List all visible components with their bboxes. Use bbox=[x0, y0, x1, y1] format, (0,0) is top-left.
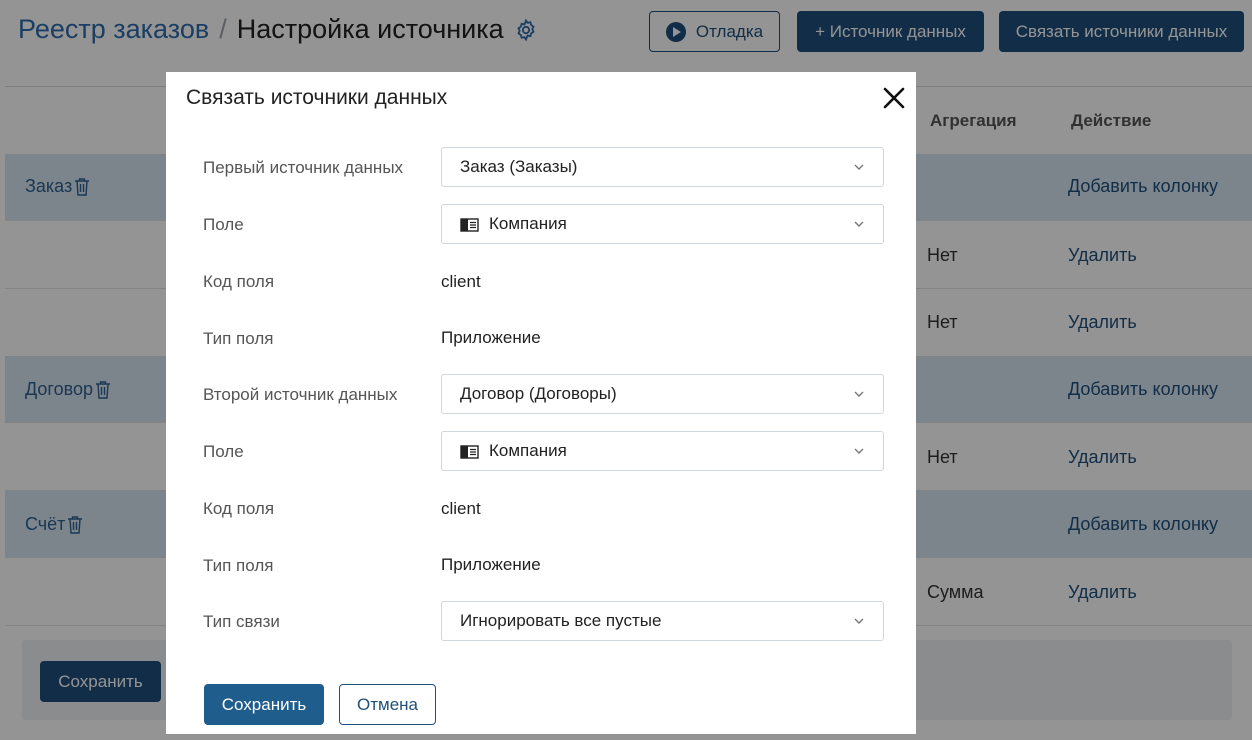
app-icon bbox=[460, 217, 479, 232]
chevron-down-icon bbox=[854, 448, 864, 454]
first-source-label: Первый источник данных bbox=[203, 158, 404, 177]
dialog-cancel-button[interactable]: Отмена bbox=[339, 684, 436, 725]
field-type2-value: Приложение bbox=[441, 555, 541, 574]
field-type2-label: Тип поля bbox=[203, 556, 274, 575]
field1-select[interactable]: Компания bbox=[441, 204, 884, 244]
field2-select[interactable]: Компания bbox=[441, 431, 884, 471]
field-type1-value: Приложение bbox=[441, 328, 541, 347]
chevron-down-icon bbox=[854, 391, 864, 397]
first-source-value: Заказ (Заказы) bbox=[460, 157, 578, 176]
field-code1-value: client bbox=[441, 272, 481, 291]
dialog-save-button[interactable]: Сохранить bbox=[204, 684, 324, 725]
second-source-value: Договор (Договоры) bbox=[460, 384, 617, 403]
link-type-value: Игнорировать все пустые bbox=[460, 611, 662, 630]
field2-label: Поле bbox=[203, 442, 244, 461]
first-source-select[interactable]: Заказ (Заказы) bbox=[441, 147, 884, 187]
field1-label: Поле bbox=[203, 215, 244, 234]
field1-value: Компания bbox=[489, 214, 567, 233]
close-icon[interactable] bbox=[882, 86, 906, 110]
chevron-down-icon bbox=[854, 618, 864, 624]
chevron-down-icon bbox=[854, 164, 864, 170]
field2-value: Компания bbox=[489, 441, 567, 460]
chevron-down-icon bbox=[854, 221, 864, 227]
field-type1-label: Тип поля bbox=[203, 329, 274, 348]
field-code2-label: Код поля bbox=[203, 499, 275, 518]
field-code2-value: client bbox=[441, 499, 481, 518]
second-source-label: Второй источник данных bbox=[203, 385, 398, 404]
dialog-title: Связать источники данных bbox=[186, 86, 448, 109]
field-code1-label: Код поля bbox=[203, 272, 275, 291]
link-type-label: Тип связи bbox=[203, 612, 280, 631]
app-icon bbox=[460, 444, 479, 459]
second-source-select[interactable]: Договор (Договоры) bbox=[441, 374, 884, 414]
link-sources-dialog: Связать источники данных Первый источник… bbox=[166, 72, 916, 734]
link-type-select[interactable]: Игнорировать все пустые bbox=[441, 601, 884, 641]
